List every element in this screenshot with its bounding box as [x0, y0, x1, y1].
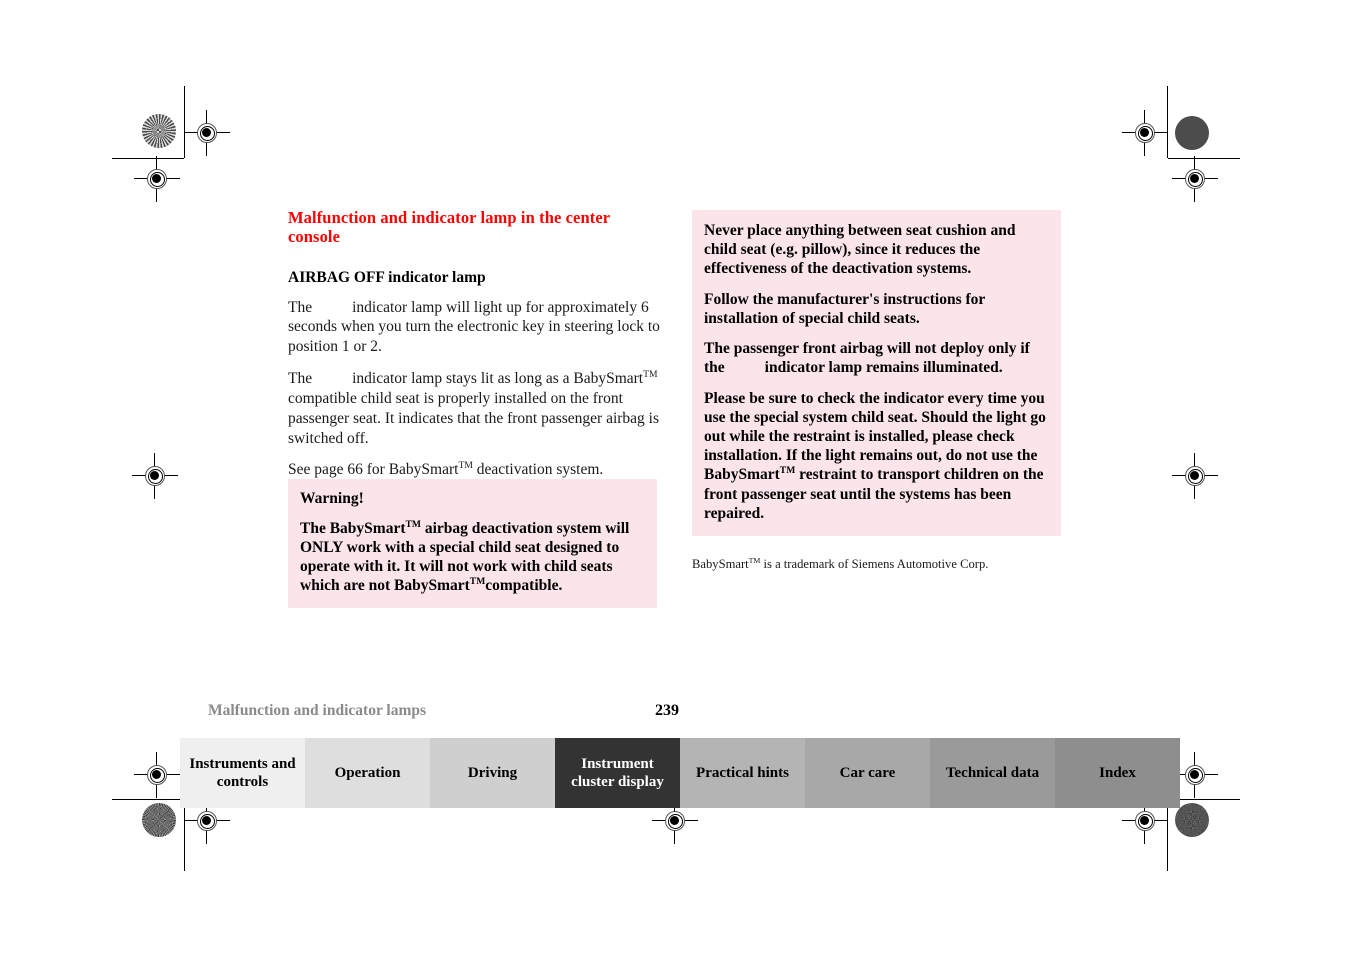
warning-text-part1: The BabySmart — [300, 519, 406, 537]
footnote-part2: is a trademark of Siemens Automotive Cor… — [760, 557, 989, 571]
trim-line-bottom-right-v — [1167, 799, 1168, 871]
density-control-dot-top-left — [142, 114, 176, 148]
tab-label: Operation — [334, 765, 401, 781]
subsection-title: AIRBAG OFF indicator lamp — [288, 268, 486, 286]
trademark-footnote: BabySmartTM is a trademark of Siemens Au… — [692, 556, 1112, 572]
paragraph-prefix: The — [288, 298, 313, 316]
warning-paragraph-check-indicator: Please be sure to check the indicator ev… — [704, 389, 1049, 524]
density-control-dot-bottom-left — [142, 803, 176, 837]
paragraph-prefix: The — [288, 370, 313, 388]
manual-page: Malfunction and indicator lamp in the ce… — [0, 0, 1351, 954]
warning-box-left: Warning! The BabySmartTM airbag deactiva… — [288, 479, 657, 609]
warning-paragraph-airbag-deploy: The passenger front airbag will not depl… — [704, 339, 1049, 377]
trademark-mark: TM — [748, 555, 761, 565]
tab-technical-data[interactable]: Technical data — [930, 738, 1055, 808]
tab-practical-hints[interactable]: Practical hints — [680, 738, 805, 808]
trademark-mark: TM — [458, 460, 473, 472]
footnote-part1: BabySmart — [692, 557, 749, 571]
trim-line-top-right — [1168, 158, 1240, 159]
trim-line-bottom-left-v — [184, 799, 185, 871]
registration-mark-left-middle — [132, 453, 178, 499]
density-control-dot-top-right — [1175, 116, 1209, 150]
tab-index[interactable]: Index — [1055, 738, 1180, 808]
registration-mark-top-left-outer — [134, 156, 180, 202]
tab-label: Index — [1099, 765, 1136, 781]
tab-driving[interactable]: Driving — [430, 738, 555, 808]
page-title: Malfunction and indicator lamp in the ce… — [288, 208, 610, 247]
tab-label: Practical hints — [696, 765, 789, 781]
left-column: Malfunction and indicator lamp in the ce… — [288, 208, 664, 480]
paragraph-text-part2: deactivation system. — [472, 461, 604, 479]
warning-text-prefix: the — [704, 359, 725, 377]
warning-title: Warning! — [300, 490, 364, 507]
warning-body-left: The BabySmartTM airbag deactivation syst… — [300, 519, 645, 596]
paragraph-text-part2: compatible child seat is properly instal… — [288, 389, 660, 447]
registration-mark-top-right-inner — [1122, 110, 1168, 156]
paragraph-indicator-lamp-startup: The indicator lamp will light up for appr… — [288, 298, 664, 357]
warning-text-rest: indicator lamp remains illuminated. — [764, 359, 1003, 377]
paragraph-text: indicator lamp will light up for approxi… — [288, 298, 660, 356]
trademark-mark: TM — [779, 465, 796, 477]
chapter-tab-bar: Instruments and controls Operation Drivi… — [180, 738, 1180, 808]
warning-paragraph-never-place: Never place anything between seat cushio… — [704, 222, 1016, 278]
trademark-mark: TM — [405, 518, 421, 530]
tab-label: Driving — [467, 765, 518, 781]
trademark-mark: TM — [469, 576, 486, 588]
page-number: 239 — [655, 702, 679, 719]
warning-box-right: Never place anything between seat cushio… — [692, 210, 1061, 537]
warning-text-line1: The passenger front airbag will not depl… — [704, 340, 1030, 358]
tab-instrument-cluster-display[interactable]: Instrument cluster display — [555, 738, 680, 808]
tab-label: Car care — [839, 765, 896, 781]
tab-label: Technical data — [945, 765, 1040, 781]
warning-paragraph-follow-instructions: Follow the manufacturer's instructions f… — [704, 290, 985, 327]
trim-line-top-left-v — [184, 86, 185, 158]
trim-line-top-right-v — [1167, 86, 1168, 158]
paragraph-text-part1: See page 66 for BabySmart — [288, 461, 459, 479]
running-footer: Malfunction and indicator lamps — [208, 702, 427, 719]
trim-line-bottom-left — [112, 799, 184, 800]
registration-mark-top-left-inner — [184, 110, 230, 156]
paragraph-text-part1: indicator lamp stays lit as long as a Ba… — [352, 370, 644, 388]
tab-operation[interactable]: Operation — [305, 738, 430, 808]
tab-label: Instrument cluster display — [571, 756, 664, 790]
registration-mark-top-right-outer — [1172, 156, 1218, 202]
paragraph-see-page-reference: See page 66 for BabySmartTM deactivation… — [288, 460, 664, 480]
registration-mark-bottom-left-inner — [134, 752, 180, 798]
tab-label: Instruments and controls — [189, 756, 296, 790]
trademark-mark: TM — [643, 368, 658, 380]
warning-text-part3: compatible. — [485, 577, 563, 595]
trim-line-top-left — [112, 158, 184, 159]
paragraph-indicator-lamp-stays-lit: The indicator lamp stays lit as long as a… — [288, 369, 664, 448]
density-control-dot-bottom-right — [1175, 803, 1209, 837]
registration-mark-right-middle — [1172, 453, 1218, 499]
tab-instruments-and-controls[interactable]: Instruments and controls — [180, 738, 305, 808]
tab-car-care[interactable]: Car care — [805, 738, 930, 808]
